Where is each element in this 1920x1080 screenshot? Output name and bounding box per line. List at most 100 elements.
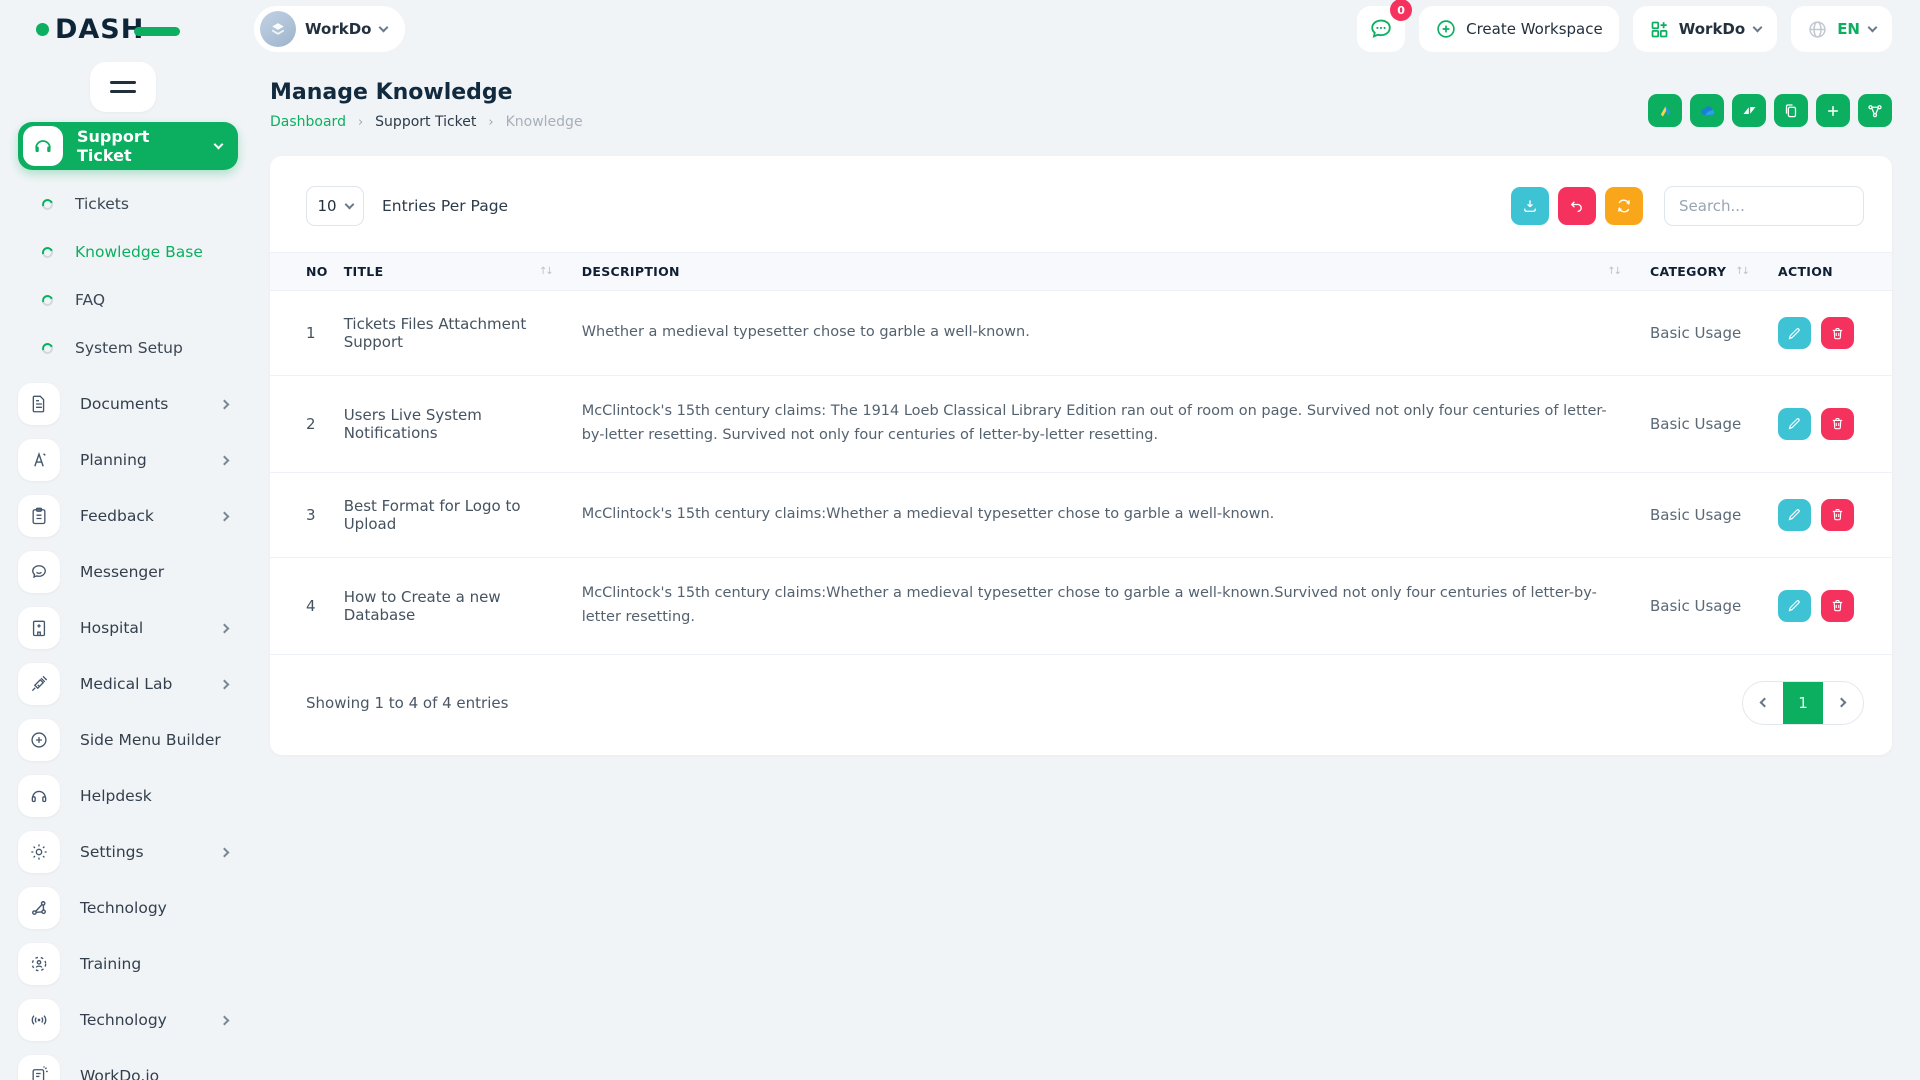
sort-icon[interactable]: ↑↓: [539, 266, 566, 277]
sidebar-item-label: Hospital: [80, 619, 201, 637]
sidebar-item-knowledge-base[interactable]: Knowledge Base: [18, 228, 238, 276]
edit-button[interactable]: [1778, 408, 1811, 440]
sidebar-item-helpdesk[interactable]: Helpdesk: [18, 768, 238, 824]
sidebar-item-documents[interactable]: Documents: [18, 376, 238, 432]
delete-button[interactable]: [1821, 590, 1854, 622]
add-button[interactable]: [1816, 94, 1850, 127]
zendesk-icon: [1741, 102, 1758, 119]
copy-icon: [1782, 102, 1800, 120]
column-header-no[interactable]: NO: [270, 253, 336, 291]
table-row: 1 Tickets Files Attachment Support Wheth…: [270, 291, 1892, 376]
sidebar-item-faq[interactable]: FAQ: [18, 276, 238, 324]
sidebar-item-label: Messenger: [80, 563, 238, 581]
share-network-icon: [1866, 102, 1884, 120]
main-content: Manage Knowledge Dashboard › Support Tic…: [252, 58, 1920, 1080]
sidebar-item-tickets[interactable]: Tickets: [18, 180, 238, 228]
breadcrumb-support-ticket[interactable]: Support Ticket: [375, 114, 476, 130]
row-title: Tickets Files Attachment Support: [336, 291, 574, 376]
headset-icon: [23, 126, 63, 166]
headphones-icon: [18, 775, 60, 817]
sidebar-item-label: WorkDo.io: [80, 1067, 238, 1080]
sidebar-item-label: Side Menu Builder: [80, 731, 238, 749]
onedrive-button[interactable]: [1690, 94, 1724, 127]
plus-circle-icon: [18, 719, 60, 761]
zendesk-button[interactable]: [1732, 94, 1766, 127]
pencil-icon: [1787, 598, 1802, 613]
sort-icon[interactable]: ↑↓: [1735, 266, 1762, 277]
column-header-category[interactable]: CATEGORY↑↓: [1642, 253, 1770, 291]
chevron-right-icon: [220, 1015, 230, 1025]
breadcrumb-dashboard[interactable]: Dashboard: [270, 114, 346, 130]
chevron-down-icon: [1868, 23, 1878, 33]
reset-button[interactable]: [1558, 187, 1596, 225]
sidebar-item-support-ticket[interactable]: Support Ticket: [18, 122, 238, 170]
trash-icon: [1830, 598, 1845, 613]
plus-circle-icon: [1435, 18, 1457, 40]
create-workspace-button[interactable]: Create Workspace: [1419, 6, 1619, 52]
bullet-icon: [40, 197, 55, 212]
column-header-description[interactable]: DESCRIPTION↑↓: [574, 253, 1642, 291]
refresh-button[interactable]: [1605, 187, 1643, 225]
entries-per-page-select[interactable]: 10: [306, 186, 364, 226]
sort-icon[interactable]: ↑↓: [1607, 266, 1634, 277]
download-icon: [1521, 197, 1539, 215]
search-input[interactable]: [1664, 186, 1864, 226]
workspace-dropdown-label: WorkDo: [1679, 20, 1745, 38]
sidebar-item-label: Documents: [80, 395, 201, 413]
sidebar-item-messenger[interactable]: Messenger: [18, 544, 238, 600]
google-drive-button[interactable]: [1648, 94, 1682, 127]
delete-button[interactable]: [1821, 499, 1854, 531]
sidebar-item-medical-lab[interactable]: Medical Lab: [18, 656, 238, 712]
messages-button[interactable]: 0: [1357, 6, 1405, 52]
sidebar-item-hospital[interactable]: Hospital: [18, 600, 238, 656]
entries-per-page-label: Entries Per Page: [382, 197, 508, 215]
top-bar: DASH WorkDo 0 Create Workspace: [0, 0, 1920, 58]
sidebar-item-planning[interactable]: Planning: [18, 432, 238, 488]
sidebar-item-system-setup[interactable]: System Setup: [18, 324, 238, 372]
breadcrumb: Dashboard › Support Ticket › Knowledge: [270, 114, 583, 130]
edit-button[interactable]: [1778, 590, 1811, 622]
edit-button[interactable]: [1778, 317, 1811, 349]
sidebar-item-label: Feedback: [80, 507, 201, 525]
sidebar-item-workdo-io[interactable]: WorkDo.io: [18, 1048, 238, 1080]
sidebar-item-side-menu-builder[interactable]: Side Menu Builder: [18, 712, 238, 768]
pagination-page-1[interactable]: 1: [1783, 682, 1823, 724]
chevron-right-icon: [220, 399, 230, 409]
chevron-left-icon: [1760, 698, 1770, 708]
sidebar-item-label: Settings: [80, 843, 201, 861]
pagination-next-button[interactable]: [1823, 682, 1863, 724]
create-workspace-label: Create Workspace: [1466, 20, 1603, 38]
sidebar-item-settings[interactable]: Settings: [18, 824, 238, 880]
workspace-name: WorkDo: [305, 20, 371, 38]
sidebar-item-feedback[interactable]: Feedback: [18, 488, 238, 544]
table-row: 2 Users Live System Notifications McClin…: [270, 376, 1892, 473]
pagination-prev-button[interactable]: [1743, 682, 1783, 724]
sidebar-item-label: Planning: [80, 451, 201, 469]
pagination: 1: [1742, 681, 1864, 725]
delete-button[interactable]: [1821, 408, 1854, 440]
breadcrumb-separator: ›: [488, 115, 493, 130]
clipboard-icon: [18, 495, 60, 537]
sidebar-toggle-button[interactable]: [90, 62, 156, 112]
bullet-icon: [40, 341, 55, 356]
language-selector[interactable]: EN: [1791, 6, 1892, 52]
row-description: Whether a medieval typesetter chose to g…: [574, 291, 1642, 376]
app-logo[interactable]: DASH: [36, 14, 254, 45]
breadcrumb-separator: ›: [358, 115, 363, 130]
globe-icon: [1807, 19, 1828, 40]
sidebar-item-technology[interactable]: Technology: [18, 880, 238, 936]
workspace-dropdown[interactable]: WorkDo: [1633, 6, 1777, 52]
delete-button[interactable]: [1821, 317, 1854, 349]
sidebar-item-technology-2[interactable]: Technology: [18, 992, 238, 1048]
row-category: Basic Usage: [1642, 472, 1770, 557]
sidebar-item-training[interactable]: Training: [18, 936, 238, 992]
integration-button[interactable]: [1858, 94, 1892, 127]
column-header-title[interactable]: TITLE↑↓: [336, 253, 574, 291]
copy-button[interactable]: [1774, 94, 1808, 127]
knowledge-table-card: 10 Entries Per Page: [270, 156, 1892, 755]
edit-button[interactable]: [1778, 499, 1811, 531]
workspace-selector[interactable]: WorkDo: [254, 6, 405, 52]
chevron-right-icon: [220, 847, 230, 857]
refresh-icon: [1615, 197, 1633, 215]
export-button[interactable]: [1511, 187, 1549, 225]
